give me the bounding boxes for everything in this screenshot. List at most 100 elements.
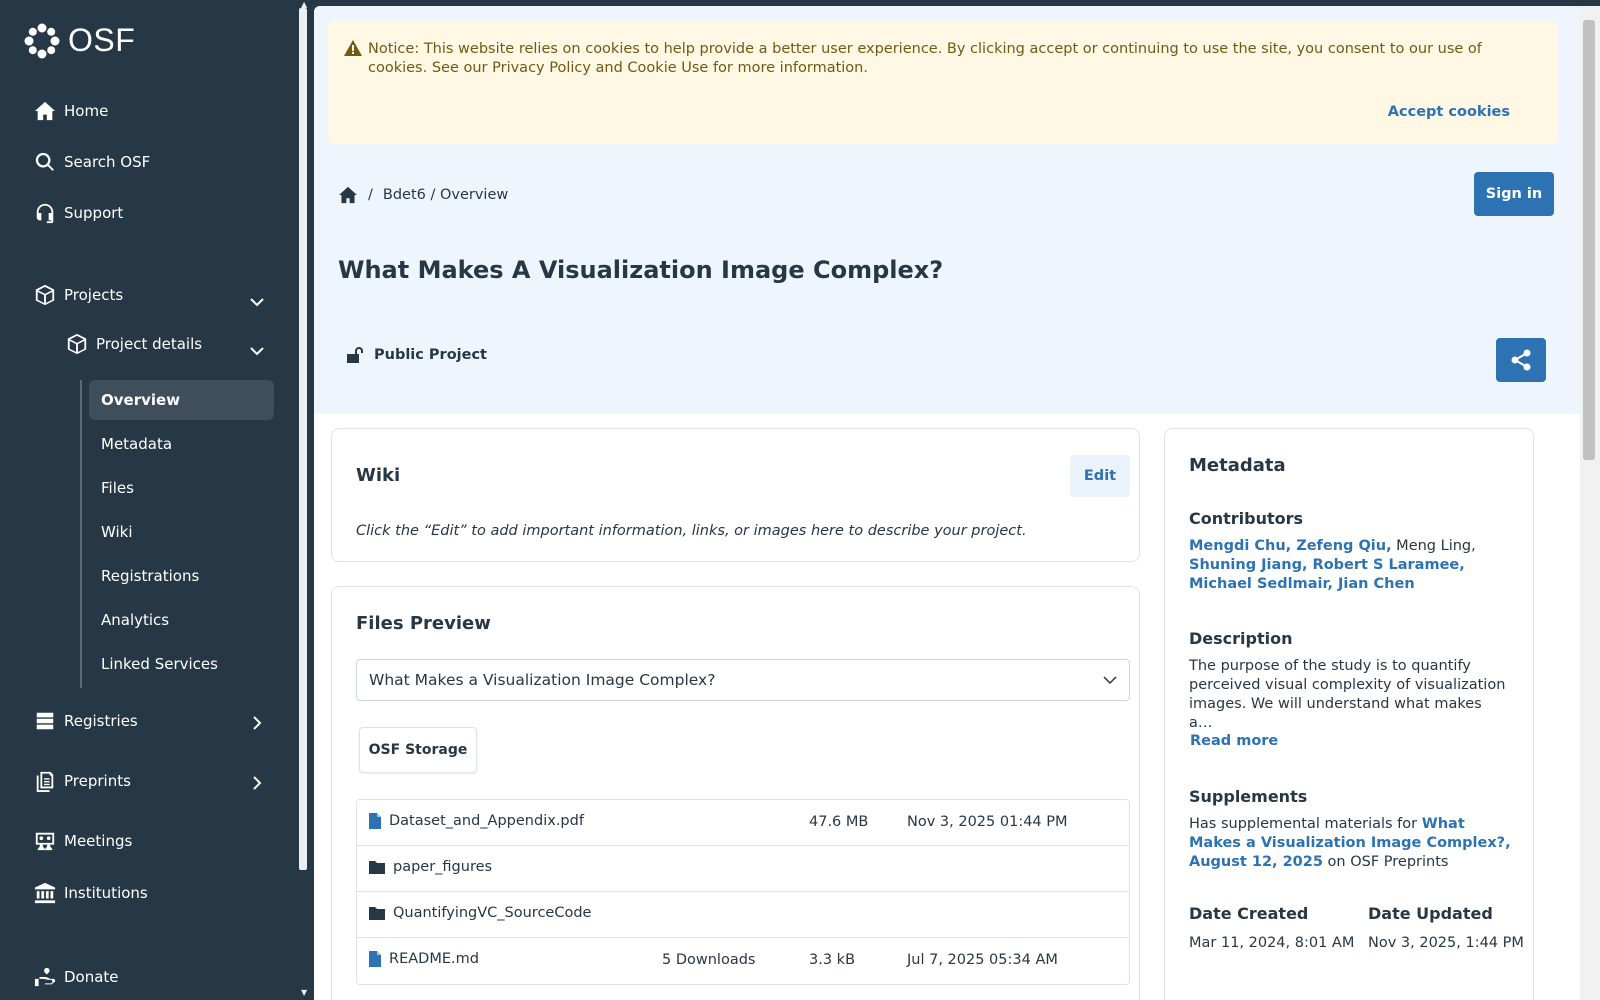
table-row[interactable]: paper_figures [357,846,1129,892]
supplements-label: Supplements [1189,787,1308,806]
sidebar: OSF Home Search OSF Support Projects Pro… [0,0,300,1000]
sidebar-item-label: Overview [101,391,181,409]
file-icon [369,951,381,967]
logo-text: OSF [68,22,136,58]
table-row[interactable]: README.md 5 Downloads 3.3 kB Jul 7, 2025… [357,938,1129,984]
sidebar-item-registrations[interactable]: Registrations [89,556,274,596]
main-content: Notice: This website relies on cookies t… [314,6,1580,1000]
preprints-icon [36,771,54,792]
table-row[interactable]: Dataset_and_Appendix.pdf 47.6 MB Nov 3, … [357,800,1129,846]
project-select[interactable]: What Makes a Visualization Image Complex… [356,659,1130,701]
sidebar-item-wiki[interactable]: Wiki [89,512,274,552]
file-downloads: 5 Downloads [662,952,756,968]
description-text: The purpose of the study is to quantify … [1189,658,1506,731]
home-icon[interactable] [338,186,358,204]
sidebar-scroll-up[interactable]: ▲ [301,0,307,9]
nav-projects-label: Projects [64,286,124,304]
supplements-text: Has supplemental materials for What Make… [1189,815,1519,872]
osf-storage-button[interactable]: OSF Storage [359,727,477,773]
breadcrumb: / Bdet6 / Overview [338,186,508,204]
sidebar-item-linked-services[interactable]: Linked Services [89,644,274,684]
institution-icon [34,882,56,904]
nav-project-details[interactable]: Project details [66,333,202,355]
nav-meetings-label: Meetings [64,832,133,850]
date-updated-value: Nov 3, 2025, 1:44 PM [1368,935,1524,951]
visibility-label: Public Project [374,347,487,363]
files-preview-title: Files Preview [356,613,491,634]
contributor-links[interactable]: Shuning Jiang, Robert S Laramee, [1189,557,1465,573]
sidebar-item-analytics[interactable]: Analytics [89,600,274,640]
breadcrumb-separator: / [368,187,373,203]
file-date: Nov 3, 2025 01:44 PM [907,814,1068,830]
metadata-title: Metadata [1189,455,1286,476]
osf-logo[interactable]: OSF [24,22,135,59]
cookie-notice: Notice: This website relies on cookies t… [328,22,1558,144]
page-scrollbar-thumb[interactable] [1583,20,1595,460]
sidebar-item-label: Wiki [101,523,133,541]
supplements-suffix: on OSF Preprints [1322,854,1449,870]
osf-logo-icon [24,23,60,58]
read-more-link[interactable]: Read more [1190,732,1278,751]
supplements-prefix: Has supplemental materials for [1189,816,1422,832]
accept-cookies-button[interactable]: Accept cookies [1388,104,1510,120]
sidebar-scrollbar[interactable] [299,8,307,870]
sidebar-item-files[interactable]: Files [89,468,274,508]
folder-name: paper_figures [393,859,493,875]
file-size: 47.6 MB [809,814,869,830]
sidebar-item-overview[interactable]: Overview [89,380,274,420]
share-icon [1511,349,1531,371]
contributor-links[interactable]: Mengdi Chu, Zefeng Qiu, [1189,538,1392,554]
nav-home-label: Home [64,102,109,120]
date-created-value: Mar 11, 2024, 8:01 AM [1189,935,1355,951]
sidebar-item-label: Registrations [101,567,200,585]
nav-preprints-label: Preprints [64,772,131,790]
date-updated-label: Date Updated [1368,904,1493,923]
wiki-title: Wiki [356,465,401,486]
wiki-hint: Click the “Edit” to add important inform… [356,523,1027,539]
breadcrumb-path[interactable]: Bdet6 / Overview [383,187,508,203]
subnav-line [80,380,82,688]
folder-icon [369,907,385,920]
warning-icon [344,40,362,56]
wiki-edit-button[interactable]: Edit [1070,455,1130,497]
donate-icon [34,967,56,987]
nav-institutions[interactable]: Institutions [34,882,148,904]
chevron-right-icon[interactable] [252,776,262,790]
sidebar-item-label: Linked Services [101,655,218,673]
files-preview-card: Files Preview What Makes a Visualization… [331,586,1140,1000]
nav-registries[interactable]: Registries [34,710,138,732]
nav-donate[interactable]: Donate [34,966,119,988]
nav-projects[interactable]: Projects [34,284,123,306]
cookie-notice-text: Notice: This website relies on cookies t… [368,41,1482,76]
folder-icon [369,861,385,874]
headset-icon [36,203,54,224]
nav-preprints[interactable]: Preprints [34,770,131,792]
nav-home[interactable]: Home [34,100,108,122]
sidebar-scroll-down[interactable]: ▼ [301,988,307,997]
meetings-icon [35,832,55,851]
file-name: README.md [389,951,479,967]
contributor-links[interactable]: Michael Sedlmair, Jian Chen [1189,576,1415,592]
date-created-label: Date Created [1189,904,1309,923]
sidebar-item-label: Analytics [101,611,170,629]
share-button[interactable] [1496,338,1546,382]
file-name: Dataset_and_Appendix.pdf [389,813,584,829]
chevron-right-icon[interactable] [252,716,262,730]
sidebar-item-label: Metadata [101,435,173,453]
description-label: Description [1189,629,1293,648]
cube-icon [35,284,55,306]
chevron-down-icon [1103,676,1117,685]
visibility-status: Public Project [346,346,487,364]
nav-meetings[interactable]: Meetings [34,830,132,852]
chevron-down-icon[interactable] [250,346,264,356]
nav-support-label: Support [64,204,124,222]
chevron-down-icon[interactable] [250,297,264,307]
sign-in-button[interactable]: Sign in [1474,172,1554,216]
nav-support[interactable]: Support [34,202,123,224]
search-icon [35,152,54,171]
table-row[interactable]: QuantifyingVC_SourceCode [357,892,1129,938]
metadata-card: Metadata Contributors Mengdi Chu, Zefeng… [1164,428,1534,1000]
sidebar-item-metadata[interactable]: Metadata [89,424,274,464]
wiki-card: Wiki Edit Click the “Edit” to add import… [331,428,1140,562]
nav-search[interactable]: Search OSF [34,151,150,173]
